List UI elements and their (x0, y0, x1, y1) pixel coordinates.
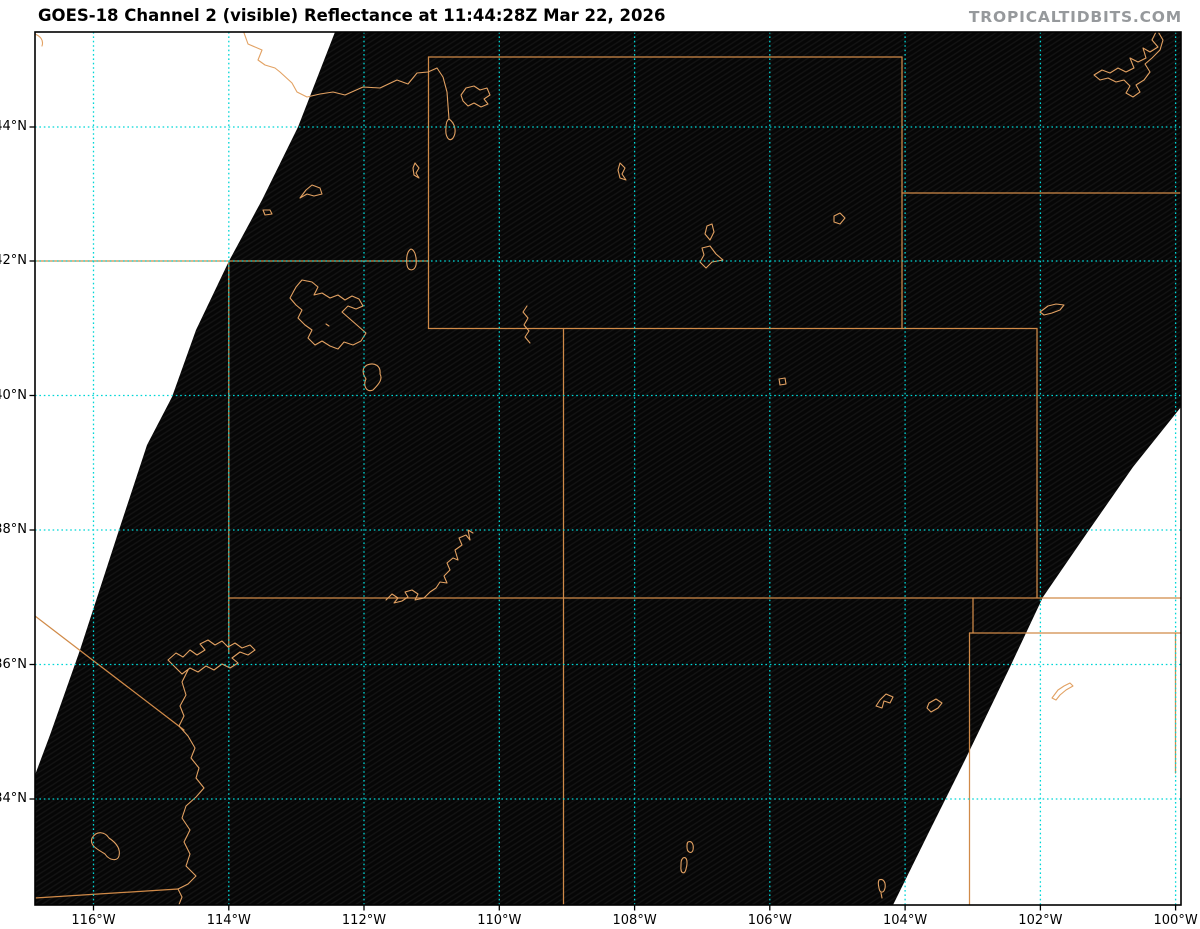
satellite-map-canvas (29, 31, 1182, 911)
scanline-hatch (35, 32, 1181, 905)
x-axis-tick-label: 110°W (477, 913, 522, 928)
y-axis-tick-label: 36°N (0, 656, 27, 672)
x-axis-tick-label: 112°W (341, 913, 387, 928)
y-axis-tick-label: 42°N (0, 253, 27, 268)
y-axis-tick-label: 44°N (0, 119, 27, 134)
water-lake-meredith (1051, 682, 1074, 701)
y-axis-tick-label: 38°N (0, 522, 27, 537)
y-axis-tick-label: 40°N (0, 387, 27, 403)
x-axis-tick-label: 116°W (71, 913, 116, 928)
x-axis-tick-label: 114°W (206, 913, 251, 928)
goes18-satellite-view: GOES-18 Channel 2 (visible) Reflectance … (0, 0, 1200, 929)
x-axis-tick-label: 106°W (747, 913, 792, 928)
water-river-top-left-corner (35, 33, 44, 47)
x-axis-tick-label: 108°W (612, 913, 657, 928)
y-axis-tick-label: 34°N (0, 791, 27, 806)
map-layers (35, 32, 1181, 905)
x-axis-tick-label: 102°W (1018, 913, 1063, 928)
x-axis-tick-label: 104°W (883, 913, 928, 928)
map-plot: 116°W 114°W 112°W 110°W 108°W 106°W 104°W 102°W… (0, 0, 1200, 929)
x-axis-tick-label: 100°W (1153, 913, 1198, 928)
